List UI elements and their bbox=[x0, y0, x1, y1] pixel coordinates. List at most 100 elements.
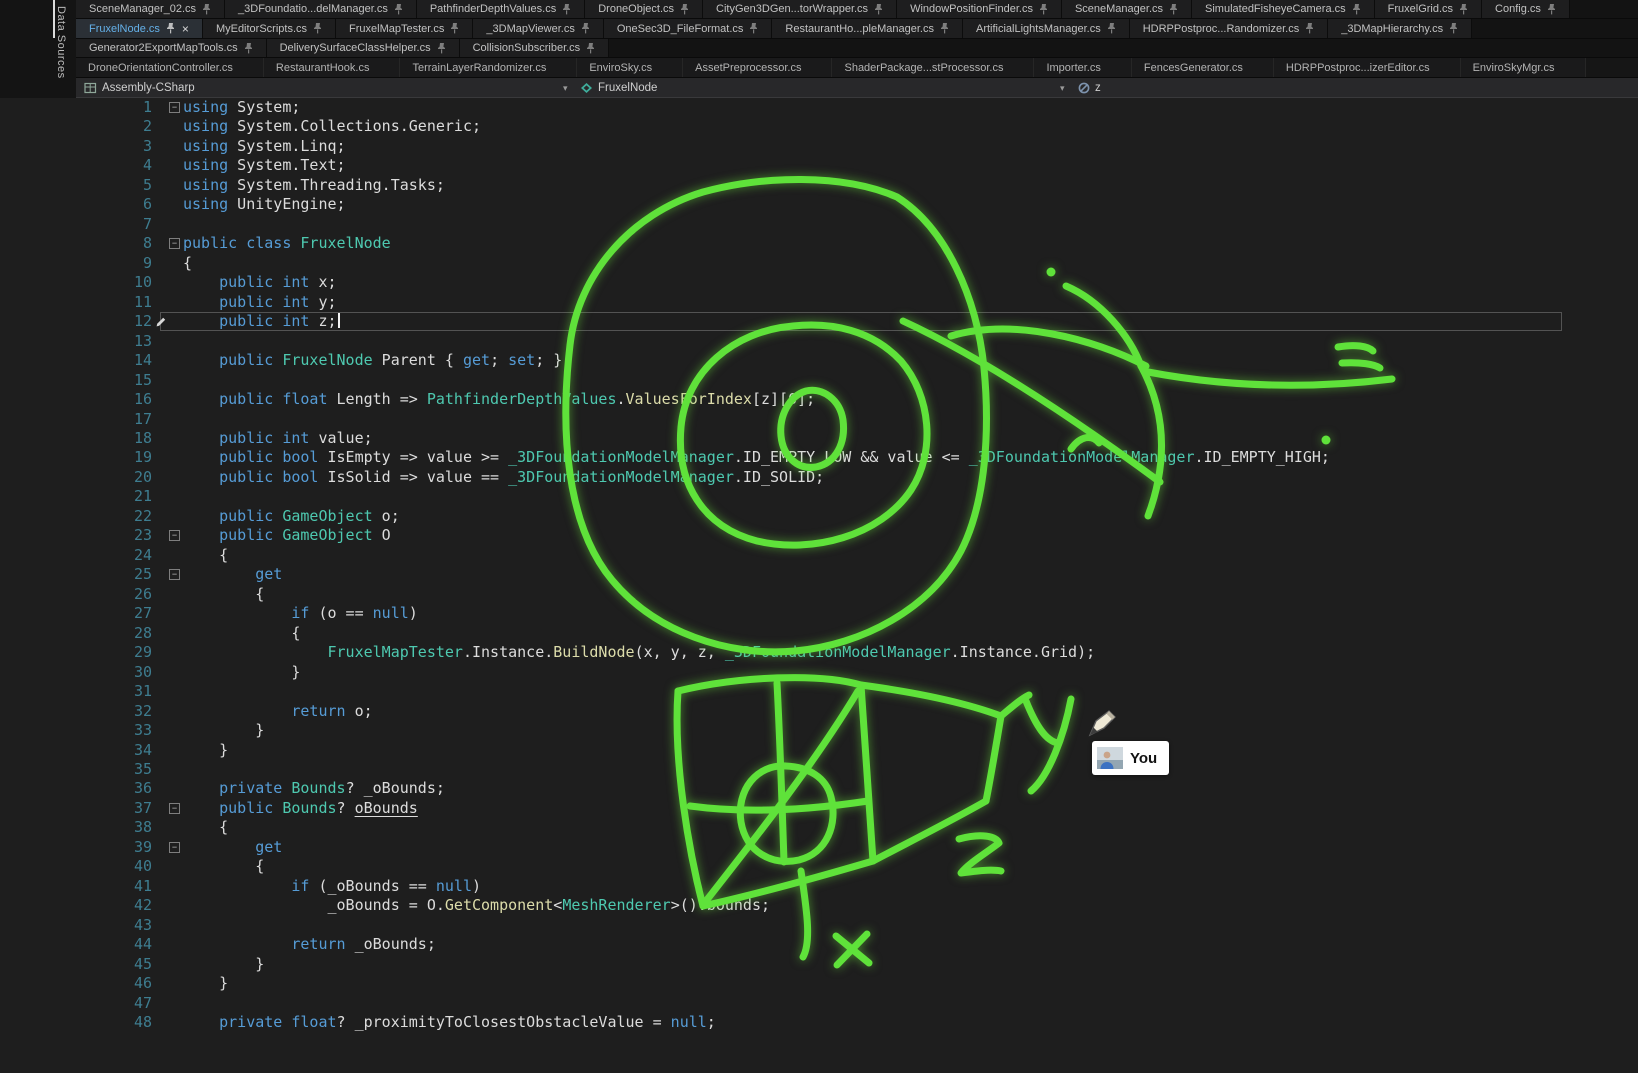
line-number[interactable]: 38 bbox=[0, 818, 152, 837]
line-number[interactable]: 34 bbox=[0, 741, 152, 760]
line-number[interactable]: 22 bbox=[0, 507, 152, 526]
editor-tab[interactable]: TerrainLayerRandomizer.cs bbox=[400, 58, 577, 77]
pin-icon[interactable] bbox=[1459, 4, 1468, 15]
code-line[interactable]: 34 } bbox=[0, 741, 1638, 760]
pin-icon[interactable] bbox=[1169, 4, 1178, 15]
editor-tab[interactable]: HDRPPostproc...izerEditor.cs bbox=[1274, 58, 1461, 77]
code-line[interactable]: 26 { bbox=[0, 585, 1638, 604]
editor-tab[interactable]: RestaurantHook.cs bbox=[264, 58, 401, 77]
line-number[interactable]: 42 bbox=[0, 896, 152, 915]
fold-marker[interactable]: − bbox=[169, 102, 180, 113]
code-line[interactable]: 18 public int value; bbox=[0, 429, 1638, 448]
code-line[interactable]: 10 public int x; bbox=[0, 273, 1638, 292]
line-number[interactable]: 13 bbox=[0, 332, 152, 351]
code-line[interactable]: 14 public FruxelNode Parent { get; set; … bbox=[0, 351, 1638, 370]
fold-marker[interactable]: − bbox=[169, 842, 180, 853]
line-number[interactable]: 41 bbox=[0, 877, 152, 896]
line-number[interactable]: 26 bbox=[0, 585, 152, 604]
code-line[interactable]: 38 { bbox=[0, 818, 1638, 837]
code-line[interactable]: 27 if (o == null) bbox=[0, 604, 1638, 623]
code-line[interactable]: 19 public bool IsEmpty => value >= _3DFo… bbox=[0, 448, 1638, 467]
line-number[interactable]: 10 bbox=[0, 273, 152, 292]
pin-icon[interactable] bbox=[1449, 23, 1458, 34]
editor-tab[interactable]: DeliverySurfaceClassHelper.cs bbox=[267, 39, 460, 57]
line-number[interactable]: 47 bbox=[0, 994, 152, 1013]
editor-tab[interactable]: MyEditorScripts.cs bbox=[203, 19, 336, 38]
line-number[interactable]: 48 bbox=[0, 1013, 152, 1032]
line-number[interactable]: 35 bbox=[0, 760, 152, 779]
code-line[interactable]: 33 } bbox=[0, 721, 1638, 740]
code-line[interactable]: 4using System.Text; bbox=[0, 156, 1638, 175]
line-number[interactable]: 31 bbox=[0, 682, 152, 701]
pin-icon[interactable] bbox=[586, 43, 595, 54]
pin-icon[interactable] bbox=[202, 4, 211, 15]
editor-tab[interactable]: _3DFoundatio...delManager.cs bbox=[225, 0, 417, 18]
editor-tab[interactable]: CityGen3DGen...torWrapper.cs bbox=[703, 0, 897, 18]
code-line[interactable]: 15 bbox=[0, 371, 1638, 390]
line-number[interactable]: 19 bbox=[0, 448, 152, 467]
line-number[interactable]: 29 bbox=[0, 643, 152, 662]
code-line[interactable]: 8−public class FruxelNode bbox=[0, 234, 1638, 253]
code-line[interactable]: 3using System.Linq; bbox=[0, 137, 1638, 156]
editor-tab[interactable]: HDRPPostproc...Randomizer.cs bbox=[1130, 19, 1329, 38]
line-number[interactable]: 5 bbox=[0, 176, 152, 195]
line-number[interactable]: 15 bbox=[0, 371, 152, 390]
pin-icon[interactable] bbox=[244, 43, 253, 54]
code-line[interactable]: 17 bbox=[0, 410, 1638, 429]
line-number[interactable]: 37 bbox=[0, 799, 152, 818]
code-line[interactable]: 20 public bool IsSolid => value == _3DFo… bbox=[0, 468, 1638, 487]
code-line[interactable]: 37− public Bounds? oBounds bbox=[0, 799, 1638, 818]
code-line[interactable]: 21 bbox=[0, 487, 1638, 506]
pin-icon[interactable] bbox=[1039, 4, 1048, 15]
code-line[interactable]: 42 _oBounds = O.GetComponent<MeshRendere… bbox=[0, 896, 1638, 915]
code-line[interactable]: 35 bbox=[0, 760, 1638, 779]
pin-icon[interactable] bbox=[166, 23, 175, 34]
code-line[interactable]: 39− get bbox=[0, 838, 1638, 857]
line-number[interactable]: 9 bbox=[0, 254, 152, 273]
editor-tab[interactable]: FruxelMapTester.cs bbox=[336, 19, 473, 38]
code-line[interactable]: 2using System.Collections.Generic; bbox=[0, 117, 1638, 136]
editor-tab[interactable]: _3DMapHierarchy.cs bbox=[1328, 19, 1472, 38]
project-dropdown[interactable]: Assembly-CSharp bbox=[84, 78, 195, 98]
code-line[interactable]: 32 return o; bbox=[0, 702, 1638, 721]
editor-tab[interactable]: DroneObject.cs bbox=[585, 0, 703, 18]
code-line[interactable]: 9{ bbox=[0, 254, 1638, 273]
close-icon[interactable]: × bbox=[182, 23, 189, 35]
pin-icon[interactable] bbox=[1107, 23, 1116, 34]
pin-icon[interactable] bbox=[450, 23, 459, 34]
editor-tab[interactable]: OneSec3D_FileFormat.cs bbox=[604, 19, 773, 38]
code-line[interactable]: 36 private Bounds? _oBounds; bbox=[0, 779, 1638, 798]
line-number[interactable]: 44 bbox=[0, 935, 152, 954]
code-line[interactable]: 44 return _oBounds; bbox=[0, 935, 1638, 954]
pin-icon[interactable] bbox=[437, 43, 446, 54]
pin-icon[interactable] bbox=[581, 23, 590, 34]
code-line[interactable]: 13 bbox=[0, 332, 1638, 351]
code-line[interactable]: 16 public float Length => PathfinderDept… bbox=[0, 390, 1638, 409]
code-line[interactable]: 25− get bbox=[0, 565, 1638, 584]
editor-tab[interactable]: FencesGenerator.cs bbox=[1132, 58, 1274, 77]
editor-tab[interactable]: SimulatedFisheyeCamera.cs bbox=[1192, 0, 1375, 18]
fold-marker[interactable]: − bbox=[169, 238, 180, 249]
code-line[interactable]: 47 bbox=[0, 994, 1638, 1013]
code-line[interactable]: 43 bbox=[0, 916, 1638, 935]
editor-tab[interactable]: FruxelNode.cs× bbox=[76, 19, 203, 38]
chevron-down-icon[interactable]: ▾ bbox=[563, 78, 568, 98]
chevron-down-icon[interactable]: ▾ bbox=[1060, 78, 1065, 98]
type-dropdown[interactable]: FruxelNode bbox=[580, 78, 657, 98]
editor-tab[interactable]: EnviroSky.cs bbox=[577, 58, 683, 77]
fold-marker[interactable]: − bbox=[169, 569, 180, 580]
pin-icon[interactable] bbox=[940, 23, 949, 34]
code-line[interactable]: 29 FruxelMapTester.Instance.BuildNode(x,… bbox=[0, 643, 1638, 662]
pin-icon[interactable] bbox=[313, 23, 322, 34]
editor-tab[interactable]: DroneOrientationController.cs bbox=[76, 58, 264, 77]
pin-icon[interactable] bbox=[562, 4, 571, 15]
line-number[interactable]: 27 bbox=[0, 604, 152, 623]
code-line[interactable]: 1−using System; bbox=[0, 98, 1638, 117]
line-number[interactable]: 43 bbox=[0, 916, 152, 935]
editor-tab[interactable]: PathfinderDepthValues.cs bbox=[417, 0, 585, 18]
code-line[interactable]: 24 { bbox=[0, 546, 1638, 565]
line-number[interactable]: 25 bbox=[0, 565, 152, 584]
code-line[interactable]: 41 if (_oBounds == null) bbox=[0, 877, 1638, 896]
editor-tab[interactable]: Generator2ExportMapTools.cs bbox=[76, 39, 267, 57]
line-number[interactable]: 12 bbox=[0, 312, 152, 331]
